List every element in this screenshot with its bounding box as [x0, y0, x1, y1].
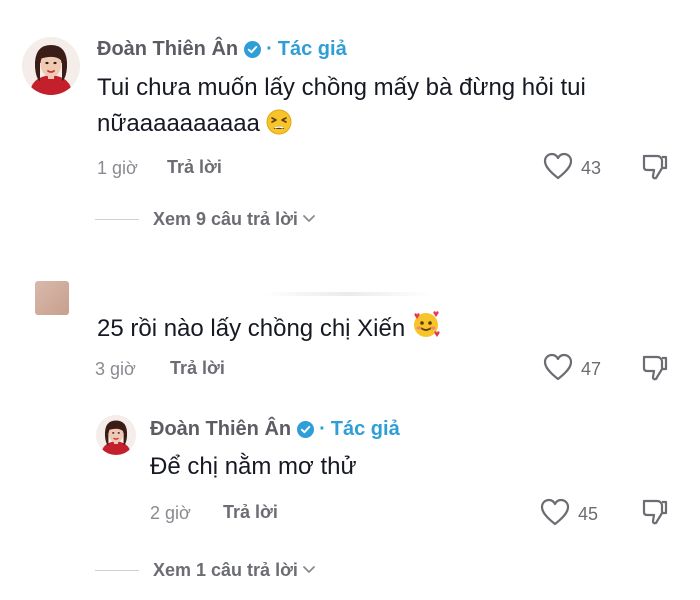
author-name[interactable]: Đoàn Thiên Ân	[150, 418, 291, 441]
like-button[interactable]: 47	[543, 353, 601, 386]
avatar[interactable]	[96, 415, 136, 455]
comment-text: Tui chưa muốn lấy chồng mấy bà đừng hỏi …	[97, 70, 677, 146]
dislike-icon[interactable]	[641, 353, 669, 388]
view-replies-label: Xem 9 câu trả lời	[153, 209, 298, 229]
dislike-icon[interactable]	[641, 497, 669, 532]
like-button[interactable]: 43	[543, 152, 601, 185]
separator-dot: ·	[319, 418, 326, 440]
like-button[interactable]: 45	[540, 498, 598, 531]
reply-button[interactable]: Trả lời	[167, 157, 222, 178]
divider	[95, 219, 139, 220]
author-tag: Tác giả	[277, 38, 347, 60]
reply-text: Để chị nằm mơ thử	[150, 453, 357, 480]
tired-face-emoji-icon	[266, 109, 292, 146]
heart-icon	[543, 353, 573, 386]
smiling-face-with-hearts-emoji-icon	[411, 310, 441, 351]
comment-time: 1 giờ	[97, 158, 138, 178]
avatar[interactable]	[22, 37, 80, 95]
dislike-icon[interactable]	[641, 152, 669, 187]
like-count: 43	[581, 158, 602, 178]
verified-badge-icon	[244, 41, 262, 58]
comment-text: 25 rồi nào lấy chồng chị Xiến	[97, 310, 441, 351]
separator-dot: ·	[266, 38, 273, 60]
avatar[interactable]	[35, 281, 69, 315]
view-replies-button[interactable]: Xem 1 câu trả lời	[95, 560, 316, 581]
reply-button[interactable]: Trả lời	[223, 502, 278, 523]
like-count: 45	[578, 504, 599, 524]
chevron-down-icon	[302, 211, 316, 229]
author-name[interactable]: Đoàn Thiên Ân	[97, 38, 238, 61]
view-replies-label: Xem 1 câu trả lời	[153, 560, 298, 580]
comment-text-line: nữaaaaaaaaaa	[97, 106, 677, 146]
reply-time: 2 giờ	[150, 503, 191, 523]
view-replies-button[interactable]: Xem 9 câu trả lời	[95, 209, 316, 230]
chevron-down-icon	[302, 562, 316, 580]
comment-header: Đoàn Thiên Ân · Tác giả	[97, 38, 347, 61]
heart-icon	[543, 152, 573, 185]
author-name-redacted	[262, 292, 432, 296]
reply-button[interactable]: Trả lời	[170, 358, 225, 379]
comment-text-line: Tui chưa muốn lấy chồng mấy bà đừng hỏi …	[97, 74, 586, 101]
like-count: 47	[581, 359, 602, 379]
comment-text-line2: nữaaaaaaaaaa	[97, 110, 260, 137]
reply-header: Đoàn Thiên Ân · Tác giả	[150, 418, 400, 441]
comment-time: 3 giờ	[95, 359, 136, 379]
comment-text-line: 25 rồi nào lấy chồng chị Xiến	[97, 315, 406, 342]
heart-icon	[540, 498, 570, 531]
author-tag: Tác giả	[330, 418, 400, 440]
divider	[95, 570, 139, 571]
verified-badge-icon	[297, 421, 315, 438]
